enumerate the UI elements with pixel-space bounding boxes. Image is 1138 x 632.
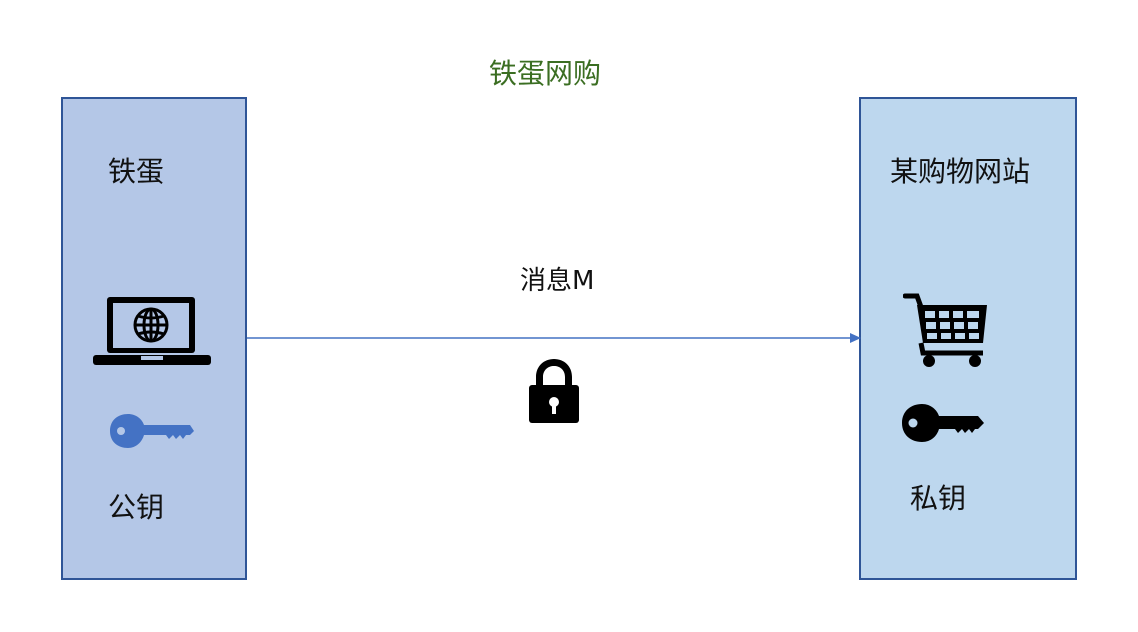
public-key-icon	[110, 414, 194, 448]
shopping-cart-icon	[903, 293, 987, 367]
laptop-globe-icon	[93, 297, 211, 365]
padlock-icon	[529, 359, 579, 423]
private-key-icon	[902, 404, 984, 442]
